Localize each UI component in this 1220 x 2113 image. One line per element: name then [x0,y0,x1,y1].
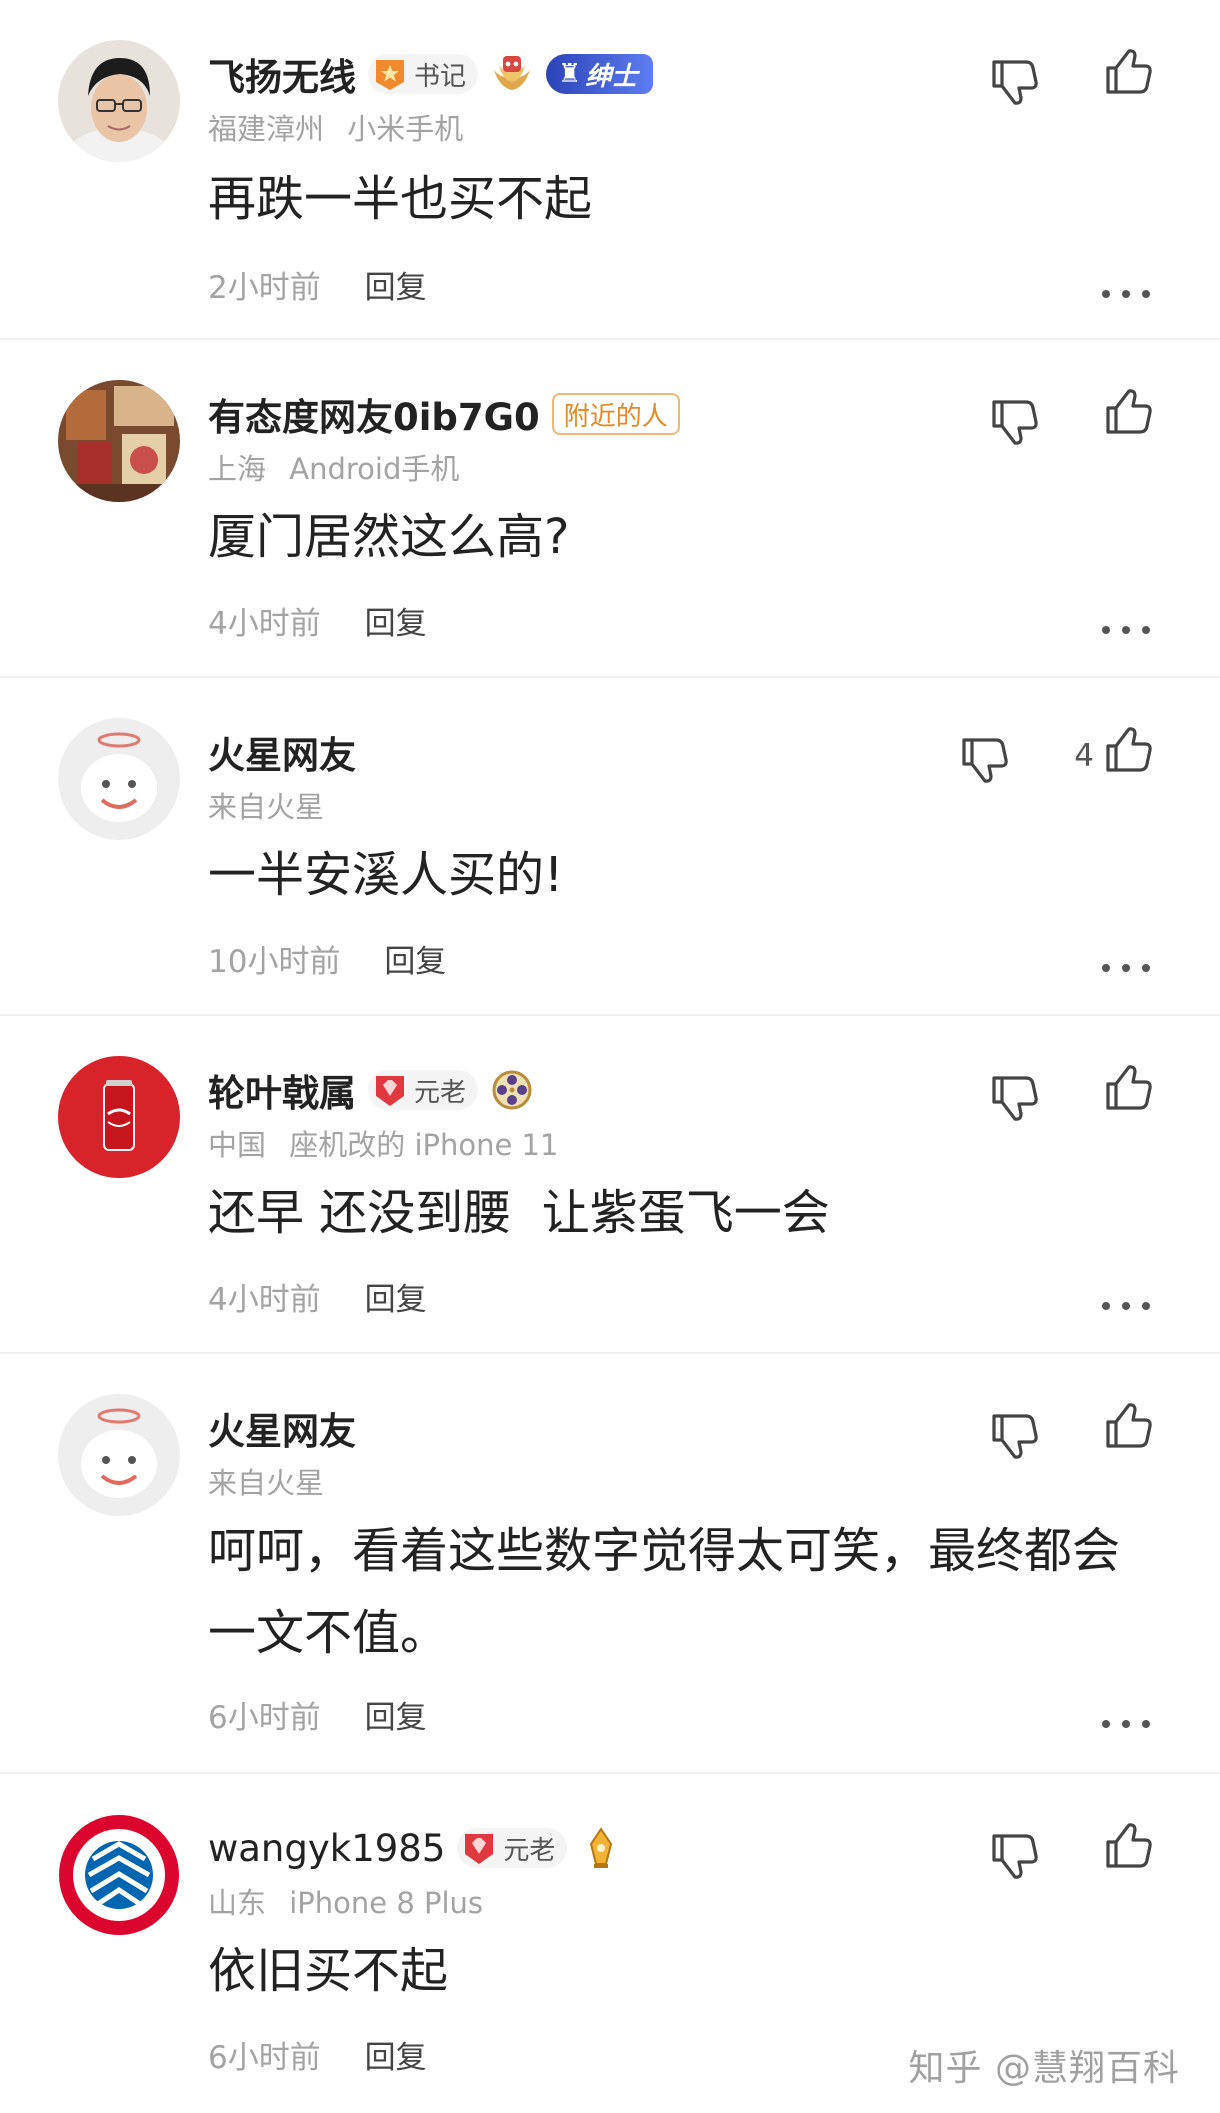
zhihu-watermark: 知乎 @慧翔百科 [908,2048,1180,2089]
like-count: 4 [1074,738,1094,774]
username[interactable]: 轮叶戟属 [208,1063,356,1117]
username[interactable]: 飞扬无线 [208,47,356,101]
comment-footer: 4小时前 回复 [208,598,427,643]
badge-label: 书记 [414,61,467,92]
thumbs-up-icon[interactable] [1102,724,1156,778]
thumbs-down-icon[interactable] [988,1070,1042,1124]
username[interactable]: 火星网友 [208,1401,356,1455]
avatar[interactable] [58,1814,180,1936]
thumbs-up-icon[interactable] [1102,386,1156,440]
comment-meta: 来自火星 [208,1460,338,1502]
more-dots-icon[interactable] [1102,624,1150,636]
gentleman-badge[interactable]: ♜ 绅士 [546,54,654,94]
top-hat-icon: ♜ [558,59,582,89]
comment-meta: 来自火星 [208,784,338,826]
location: 山东 [208,1886,267,1920]
badge-label: 元老 [503,1835,556,1866]
thumbs-down-icon[interactable] [988,394,1042,448]
avatar[interactable] [58,1056,180,1178]
comment-item: 轮叶戟属 元老 中国 座机改的 iPhone 11 还早 还没到腰 让紫蛋飞一会… [0,1016,1220,1354]
avatar[interactable] [58,1394,180,1516]
pen-medal-icon[interactable] [579,1826,623,1870]
reply-button[interactable]: 回复 [365,606,427,642]
device: iPhone 8 Plus [289,1886,484,1920]
name-row: 火星网友 [208,726,356,778]
more-dots-icon[interactable] [1102,1718,1150,1730]
name-row: 火星网友 [208,1402,356,1454]
more-dots-icon[interactable] [1102,1300,1150,1312]
comment-meta: 上海 Android手机 [208,446,473,488]
reply-button[interactable]: 回复 [365,1282,427,1318]
thumbs-down-icon[interactable] [958,732,1012,786]
device: Android手机 [289,452,460,486]
comment-meta: 山东 iPhone 8 Plus [208,1880,497,1922]
thumbs-down-icon[interactable] [988,1408,1042,1462]
rank-badge[interactable]: 书记 [368,54,479,94]
username[interactable]: wangyk1985 [208,1827,445,1870]
comment-footer: 10小时前 回复 [208,936,446,981]
location: 来自火星 [208,1466,325,1500]
thumbs-up-icon[interactable] [1102,1400,1156,1454]
username[interactable]: 火星网友 [208,725,356,779]
thumbs-down-icon[interactable] [988,1828,1042,1882]
wings-medal-icon[interactable] [490,52,534,96]
comment-meta: 福建漳州 小米手机 [208,106,477,148]
name-row: 有态度网友0ib7G0 附近的人 [208,388,680,440]
comment-item: 火星网友 来自火星 一半安溪人买的! 10小时前 回复 4 [0,678,1220,1016]
thumbs-up-icon[interactable] [1102,1062,1156,1116]
comment-time: 2小时前 [208,270,321,306]
avatar[interactable] [58,718,180,840]
comment-text: 依旧买不起 [208,1943,449,1999]
location: 来自火星 [208,790,325,824]
comment-text: 一半安溪人买的! [208,847,564,903]
thumbs-up-icon[interactable] [1102,46,1156,100]
comment-time: 6小时前 [208,2040,321,2076]
comment-text: 呵呵，看着这些数字觉得太可笑，最终都会一文不值。 [208,1523,1121,1661]
more-dots-icon[interactable] [1102,962,1150,974]
device: 座机改的 iPhone 11 [289,1128,559,1162]
rank-badge[interactable]: 元老 [368,1070,479,1110]
comment-meta: 中国 座机改的 iPhone 11 [208,1122,572,1164]
avatar[interactable] [58,380,180,502]
rank-badge[interactable]: 元老 [457,1828,568,1868]
comment-time: 10小时前 [208,944,341,980]
thumbs-down-icon[interactable] [988,54,1042,108]
comment-text: 再跌一半也买不起 [208,171,593,227]
name-row: 轮叶戟属 元老 [208,1064,534,1116]
avatar[interactable] [58,40,180,162]
reply-button[interactable]: 回复 [365,270,427,306]
star-badge-icon [376,60,404,90]
name-row: 飞扬无线 书记 ♜ 绅士 [208,47,654,101]
reply-button[interactable]: 回复 [365,1700,427,1736]
comment-footer: 2小时前 回复 [208,262,427,307]
reply-button[interactable]: 回复 [365,2040,427,2076]
location: 中国 [208,1128,267,1162]
device: 小米手机 [347,112,464,146]
film-reel-icon[interactable] [490,1068,534,1112]
more-dots-icon[interactable] [1102,288,1150,300]
location: 上海 [208,452,267,486]
comment-text: 还早 还没到腰 让紫蛋飞一会 [208,1185,830,1241]
comment-footer: 6小时前 回复 [208,1692,427,1737]
nearby-tag[interactable]: 附近的人 [551,393,680,435]
gentleman-label: 绅士 [585,61,638,92]
reply-button[interactable]: 回复 [384,944,446,980]
diamond-badge-icon [465,1834,494,1864]
location: 福建漳州 [208,112,325,146]
comment-text: 厦门居然这么高? [208,509,570,565]
comment-footer: 4小时前 回复 [208,1274,427,1319]
thumbs-up-icon[interactable] [1102,1820,1156,1874]
diamond-badge-icon [376,1076,404,1106]
username[interactable]: 有态度网友0ib7G0 [208,387,540,441]
comment-time: 6小时前 [208,1700,321,1736]
badge-label: 元老 [414,1077,467,1108]
name-row: wangyk1985 元老 [208,1822,623,1874]
comment-item: 飞扬无线 书记 ♜ 绅士 福建漳州 小米手机 再跌一半也买不起 2小时前 回复 [0,0,1220,340]
comment-item: 火星网友 来自火星 呵呵，看着这些数字觉得太可笑，最终都会一文不值。 6小时前 … [0,1354,1220,1774]
comment-time: 4小时前 [208,606,321,642]
comment-footer: 6小时前 回复 [208,2032,427,2077]
comment-item: 有态度网友0ib7G0 附近的人 上海 Android手机 厦门居然这么高? 4… [0,340,1220,678]
comment-time: 4小时前 [208,1282,321,1318]
